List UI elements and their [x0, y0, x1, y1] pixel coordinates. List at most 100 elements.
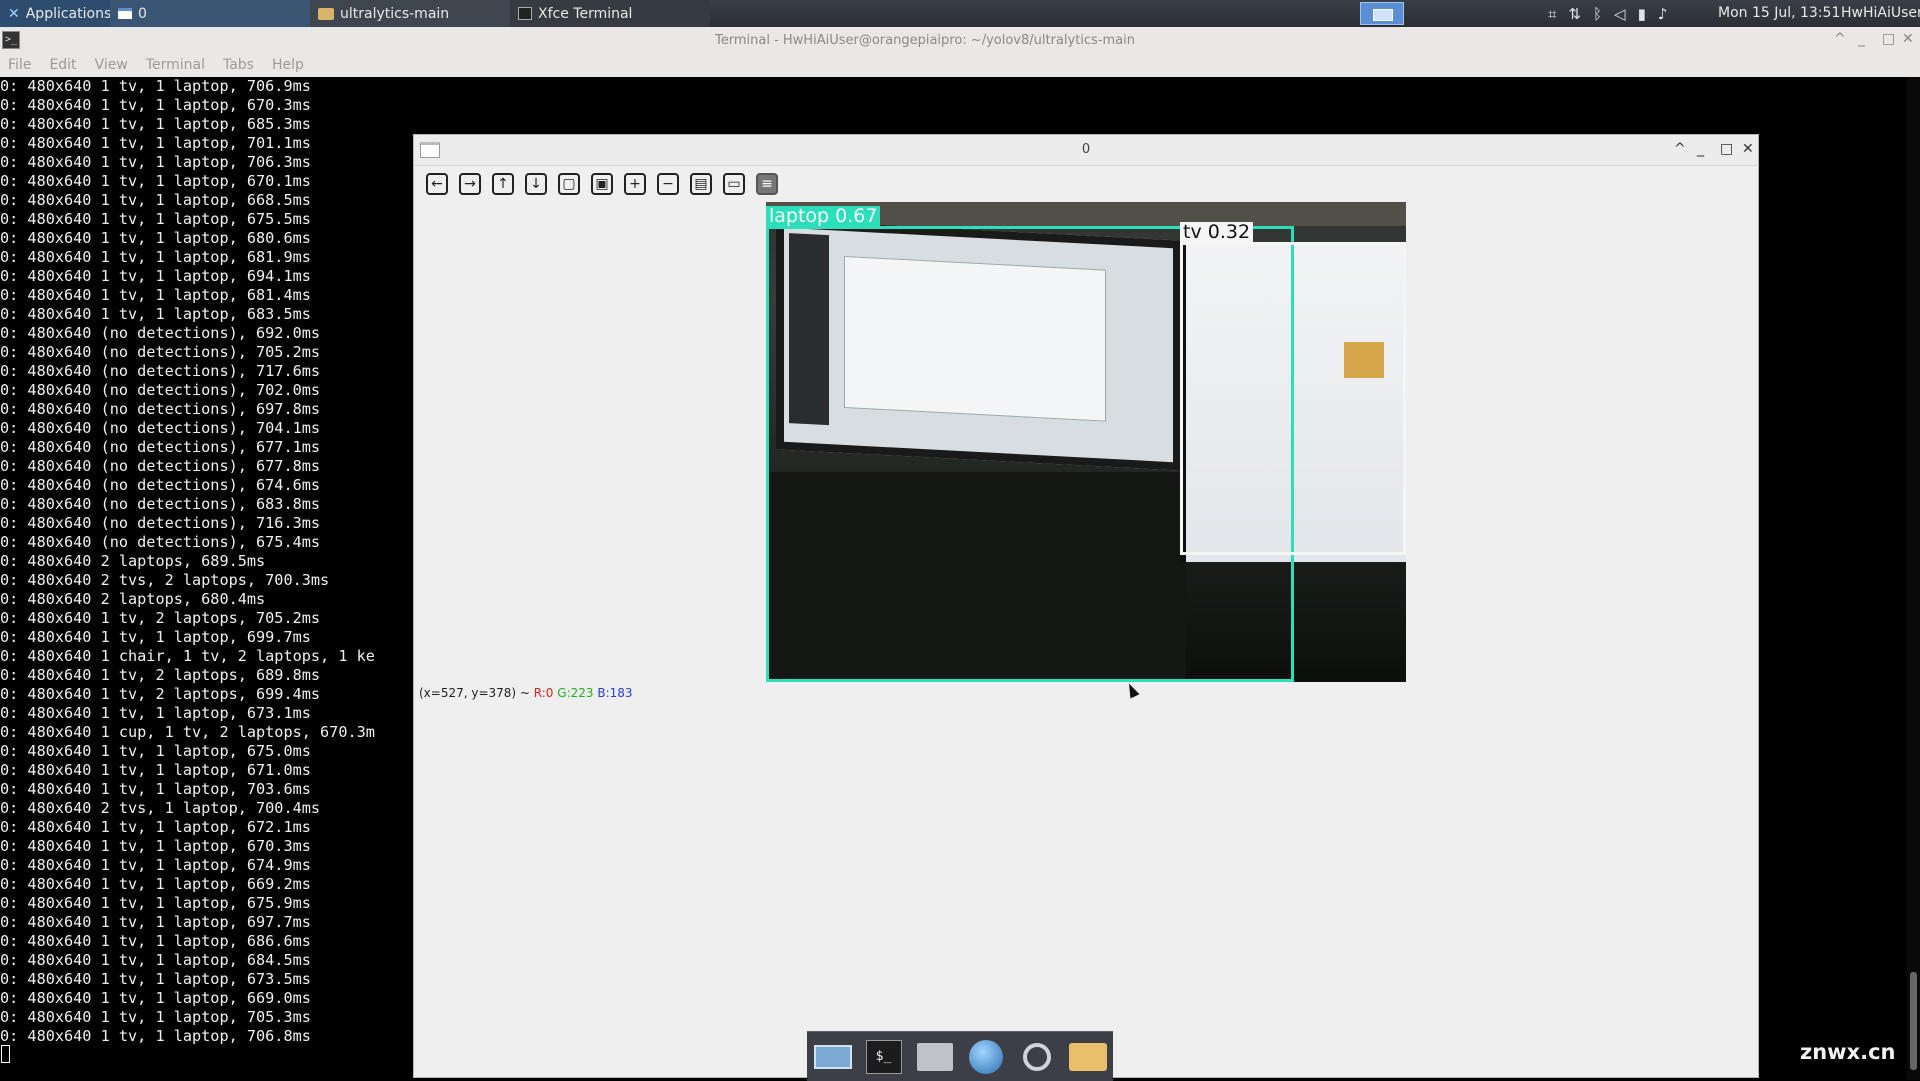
terminal-line: 0: 480x640 1 tv, 1 laptop, 674.9ms: [0, 856, 311, 874]
terminal-line: 0: 480x640 1 tv, 2 laptops, 699.4ms: [0, 685, 321, 703]
properties-glyph: ≡: [756, 173, 778, 195]
show-desktop-icon[interactable]: [813, 1038, 853, 1076]
menu-view[interactable]: View: [87, 55, 138, 77]
terminal-line: 0: 480x640 1 tv, 1 laptop, 706.9ms: [0, 77, 311, 95]
volume-icon[interactable]: ◁: [1614, 5, 1626, 23]
terminal-launcher-icon[interactable]: $_: [864, 1038, 904, 1076]
pan-up-glyph: ↑: [492, 173, 514, 195]
terminal-line: 0: 480x640 1 tv, 1 laptop, 670.3ms: [0, 837, 311, 855]
terminal-cursor: [1, 1045, 10, 1063]
taskbar-item-label: ultralytics-main: [340, 5, 450, 22]
taskbar-item-terminal[interactable]: Xfce Terminal: [510, 0, 710, 27]
terminal-menubar: File Edit View Terminal Tabs Help: [0, 55, 1920, 77]
terminal-line: 0: 480x640 1 cup, 1 tv, 2 laptops, 670.3…: [0, 723, 375, 741]
menu-help[interactable]: Help: [264, 55, 314, 77]
terminal-line: 0: 480x640 1 tv, 1 laptop, 683.5ms: [0, 305, 311, 323]
pixel-green: G:223: [557, 686, 594, 700]
taskbar-item-image-window[interactable]: 0: [110, 0, 310, 27]
network-icon[interactable]: ⇅: [1568, 5, 1581, 23]
terminal-line: 0: 480x640 2 laptops, 689.5ms: [0, 552, 266, 570]
pan-right-icon[interactable]: →: [457, 171, 483, 197]
pan-down-icon[interactable]: ↓: [523, 171, 549, 197]
camera-frame[interactable]: laptop 0.67 tv 0.32: [766, 202, 1406, 682]
save-glyph: ▤: [690, 173, 712, 195]
copy-icon[interactable]: ▭: [721, 171, 747, 197]
maximize-icon[interactable]: □: [1882, 31, 1895, 47]
image-window-title: 0: [1081, 142, 1091, 157]
terminal-line: 0: 480x640 (no detections), 702.0ms: [0, 381, 321, 399]
terminal-line: 0: 480x640 1 tv, 1 laptop, 671.0ms: [0, 761, 311, 779]
workspace-switcher[interactable]: [1360, 2, 1404, 25]
terminal-title: Terminal - HwHiAiUser@orangepiaipro: ~/y…: [715, 33, 1135, 48]
terminal-line: 0: 480x640 1 tv, 1 laptop, 699.7ms: [0, 628, 311, 646]
top-panel: ✕ Applications 0 ultralytics-main Xfce T…: [0, 0, 1920, 28]
terminal-line: 0: 480x640 (no detections), 677.8ms: [0, 457, 321, 475]
terminal-line: 0: 480x640 (no detections), 704.1ms: [0, 419, 321, 437]
applications-menu-button[interactable]: ✕ Applications: [0, 0, 111, 27]
terminal-line: 0: 480x640 1 tv, 2 laptops, 689.8ms: [0, 666, 321, 684]
terminal-line: 0: 480x640 1 tv, 1 laptop, 686.6ms: [0, 932, 311, 950]
save-icon[interactable]: ▤: [688, 171, 714, 197]
close-icon[interactable]: ✕: [1902, 31, 1914, 47]
bluetooth-icon[interactable]: ᛒ: [1593, 5, 1602, 23]
terminal-line: 0: 480x640 1 tv, 1 laptop, 669.0ms: [0, 989, 311, 1007]
pixel-red: R:0: [533, 686, 554, 700]
minimize-icon[interactable]: _: [1858, 31, 1865, 47]
pan-left-icon[interactable]: ←: [424, 171, 450, 197]
terminal-glyph: $_: [865, 1039, 902, 1074]
menu-tabs[interactable]: Tabs: [215, 55, 264, 77]
menu-terminal[interactable]: Terminal: [138, 55, 215, 77]
image-window-titlebar[interactable]: 0 ^ _ □ ✕: [414, 135, 1758, 166]
menu-file[interactable]: File: [0, 55, 41, 77]
shade-icon[interactable]: ^: [1674, 141, 1686, 157]
user-menu[interactable]: HwHiAiUser: [1841, 5, 1920, 21]
terminal-line: 0: 480x640 1 tv, 1 laptop, 701.1ms: [0, 134, 311, 152]
pixel-blue: B:183: [597, 686, 633, 700]
detection-box-tv: [1180, 242, 1406, 555]
pan-left-glyph: ←: [426, 173, 448, 195]
folder-icon: [318, 7, 334, 20]
clock[interactable]: Mon 15 Jul, 13:51: [1718, 5, 1840, 21]
close-icon[interactable]: ✕: [1742, 141, 1754, 157]
terminal-line: 0: 480x640 1 tv, 1 laptop, 680.6ms: [0, 229, 311, 247]
properties-icon[interactable]: ≡: [754, 171, 780, 197]
terminal-line: 0: 480x640 (no detections), 716.3ms: [0, 514, 321, 532]
zoom-out-icon[interactable]: −: [655, 171, 681, 197]
terminal-line: 0: 480x640 1 tv, 1 laptop, 669.2ms: [0, 875, 311, 893]
notification-bell-icon[interactable]: ♪: [1658, 5, 1668, 23]
zoom-fit-glyph: ▢: [558, 173, 580, 195]
zoom-in-icon[interactable]: +: [622, 171, 648, 197]
terminal-line: 0: 480x640 1 tv, 1 laptop, 675.5ms: [0, 210, 311, 228]
scrollbar-thumb[interactable]: [1910, 972, 1917, 1070]
terminal-line: 0: 480x640 1 tv, 1 laptop, 670.1ms: [0, 172, 311, 190]
file-manager-icon[interactable]: [1068, 1038, 1108, 1076]
shade-icon[interactable]: ^: [1834, 31, 1846, 47]
terminal-titlebar[interactable]: >_ Terminal - HwHiAiUser@orangepiaipro: …: [0, 27, 1920, 56]
terminal-line: 0: 480x640 1 tv, 1 laptop, 681.9ms: [0, 248, 311, 266]
terminal-line: 0: 480x640 1 tv, 1 laptop, 673.5ms: [0, 970, 311, 988]
app-finder-icon[interactable]: [1017, 1038, 1057, 1076]
pixel-coords: (x=527, y=378) ~: [419, 686, 534, 700]
zoom-original-icon[interactable]: ▣: [589, 171, 615, 197]
maximize-icon[interactable]: □: [1720, 141, 1733, 157]
zoom-fit-icon[interactable]: ▢: [556, 171, 582, 197]
menu-edit[interactable]: Edit: [41, 55, 86, 77]
minimize-icon[interactable]: _: [1697, 141, 1704, 157]
battery-icon[interactable]: ▮: [1638, 5, 1646, 23]
terminal-line: 0: 480x640 2 laptops, 680.4ms: [0, 590, 266, 608]
detection-label-laptop: laptop 0.67: [766, 206, 881, 226]
terminal-line: 0: 480x640 1 tv, 1 laptop, 675.0ms: [0, 742, 311, 760]
terminal-lines: 0: 480x640 1 tv, 1 laptop, 706.9ms 0: 480…: [0, 77, 410, 1046]
terminal-line: 0: 480x640 (no detections), 705.2ms: [0, 343, 321, 361]
home-folder-icon[interactable]: [915, 1038, 955, 1076]
system-tray: ⌗ ⇅ ᛒ ◁ ▮ ♪: [1548, 0, 1667, 27]
terminal-icon: [518, 7, 532, 20]
terminal-scrollbar[interactable]: [1907, 77, 1920, 1080]
copy-glyph: ▭: [723, 173, 745, 195]
pixel-status: (x=527, y=378) ~ R:0 G:223 B:183: [419, 686, 633, 700]
terminal-line: 0: 480x640 1 tv, 1 laptop, 706.3ms: [0, 153, 311, 171]
web-browser-icon[interactable]: [966, 1038, 1006, 1076]
taskbar-item-ultralytics[interactable]: ultralytics-main: [310, 0, 510, 27]
keyboard-layout-icon[interactable]: ⌗: [1548, 5, 1556, 23]
pan-up-icon[interactable]: ↑: [490, 171, 516, 197]
